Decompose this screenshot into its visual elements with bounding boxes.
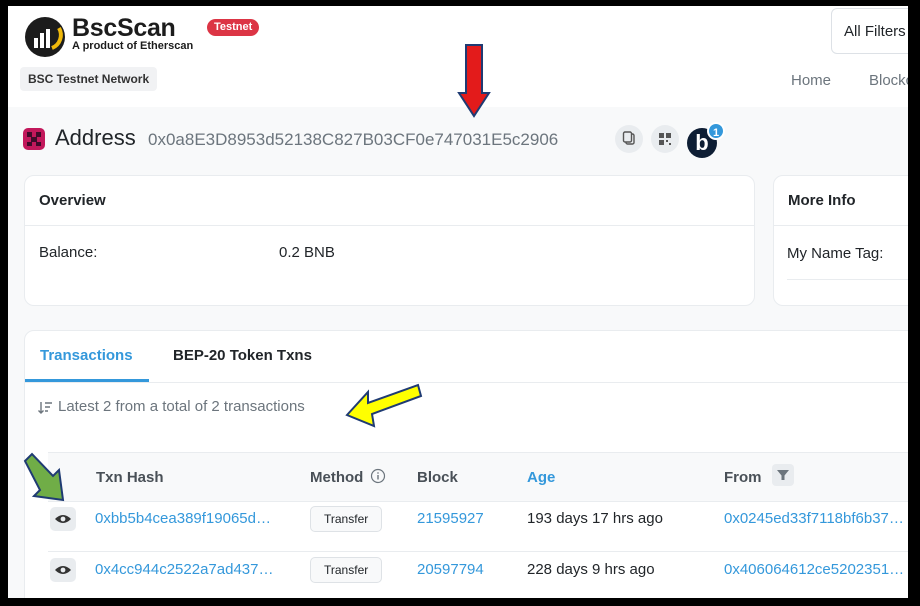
filter-from-button[interactable] (772, 464, 794, 486)
block-link[interactable]: 21595927 (417, 510, 484, 527)
name-tag-label: My Name Tag: (787, 245, 884, 262)
network-label: BSC Testnet Network (20, 67, 158, 91)
method-badge: Transfer (310, 506, 383, 532)
address-identicon-icon (23, 128, 45, 150)
nav-home-link[interactable]: Home (791, 72, 831, 89)
copy-icon (622, 131, 635, 145)
block-header: Block (417, 469, 458, 486)
more-info-card: More Info My Name Tag: (773, 175, 908, 306)
eye-icon (55, 566, 71, 574)
from-address-link[interactable]: 0x406064612ce5202351… (724, 561, 904, 578)
chat-notification-count: 1 (707, 122, 725, 140)
testnet-badge: Testnet (207, 19, 260, 36)
tab-transactions[interactable]: Transactions (40, 347, 133, 364)
address-title: Address (55, 125, 136, 150)
view-txn-button[interactable] (50, 558, 76, 582)
yellow-arrow-annotation (345, 383, 423, 428)
age-header[interactable]: Age (527, 469, 555, 486)
from-header: From (724, 469, 762, 486)
view-txn-button[interactable] (50, 507, 76, 531)
txn-hash-header: Txn Hash (96, 469, 164, 486)
red-down-arrow-annotation (457, 44, 491, 118)
tab-bar: Transactions BEP-20 Token Txns (25, 331, 908, 383)
more-info-title: More Info (774, 176, 908, 226)
balance-label: Balance: (39, 244, 98, 261)
address-heading: Address 0x0a8E3D8953d52138C827B03CF0e747… (8, 122, 908, 162)
sort-icon (38, 402, 52, 414)
overview-card: Overview Balance: 0.2 BNB (24, 175, 755, 306)
txn-hash-link[interactable]: 0x4cc944c2522a7ad437… (95, 561, 273, 578)
method-header: Method (310, 469, 364, 486)
txn-hash-link[interactable]: 0xbb5b4cea389f19065d… (95, 510, 271, 527)
filter-icon (777, 470, 789, 480)
tab-bep20-token-txns[interactable]: BEP-20 Token Txns (173, 347, 312, 364)
info-circle-icon[interactable] (370, 468, 386, 484)
transactions-summary: Latest 2 from a total of 2 transactions (58, 398, 305, 415)
search-filter-select[interactable]: All Filters (831, 8, 908, 54)
txn-age: 193 days 17 hrs ago (527, 510, 663, 527)
qr-code-icon (659, 133, 671, 145)
nav-blockchain-link[interactable]: Blockch (869, 72, 908, 89)
overview-title: Overview (25, 176, 754, 226)
method-badge: Transfer (310, 557, 383, 583)
balance-value: 0.2 BNB (279, 244, 335, 261)
txn-age: 228 days 9 hrs ago (527, 561, 655, 578)
brand-name[interactable]: BscScan (72, 14, 176, 43)
qr-code-button[interactable] (651, 125, 679, 153)
block-link[interactable]: 20597794 (417, 561, 484, 578)
active-tab-indicator (25, 379, 149, 382)
green-arrow-annotation (23, 452, 65, 502)
brand-tagline: A product of Etherscan (72, 40, 194, 52)
from-address-link[interactable]: 0x0245ed33f7118bf6b37… (724, 510, 904, 527)
bscscan-logo-icon[interactable] (24, 16, 66, 58)
copy-address-button[interactable] (615, 125, 643, 153)
page: BscScan A product of Etherscan Testnet B… (8, 6, 908, 598)
eye-icon (55, 515, 71, 523)
address-hash: 0x0a8E3D8953d52138C827B03CF0e747031E5c29… (148, 130, 559, 149)
